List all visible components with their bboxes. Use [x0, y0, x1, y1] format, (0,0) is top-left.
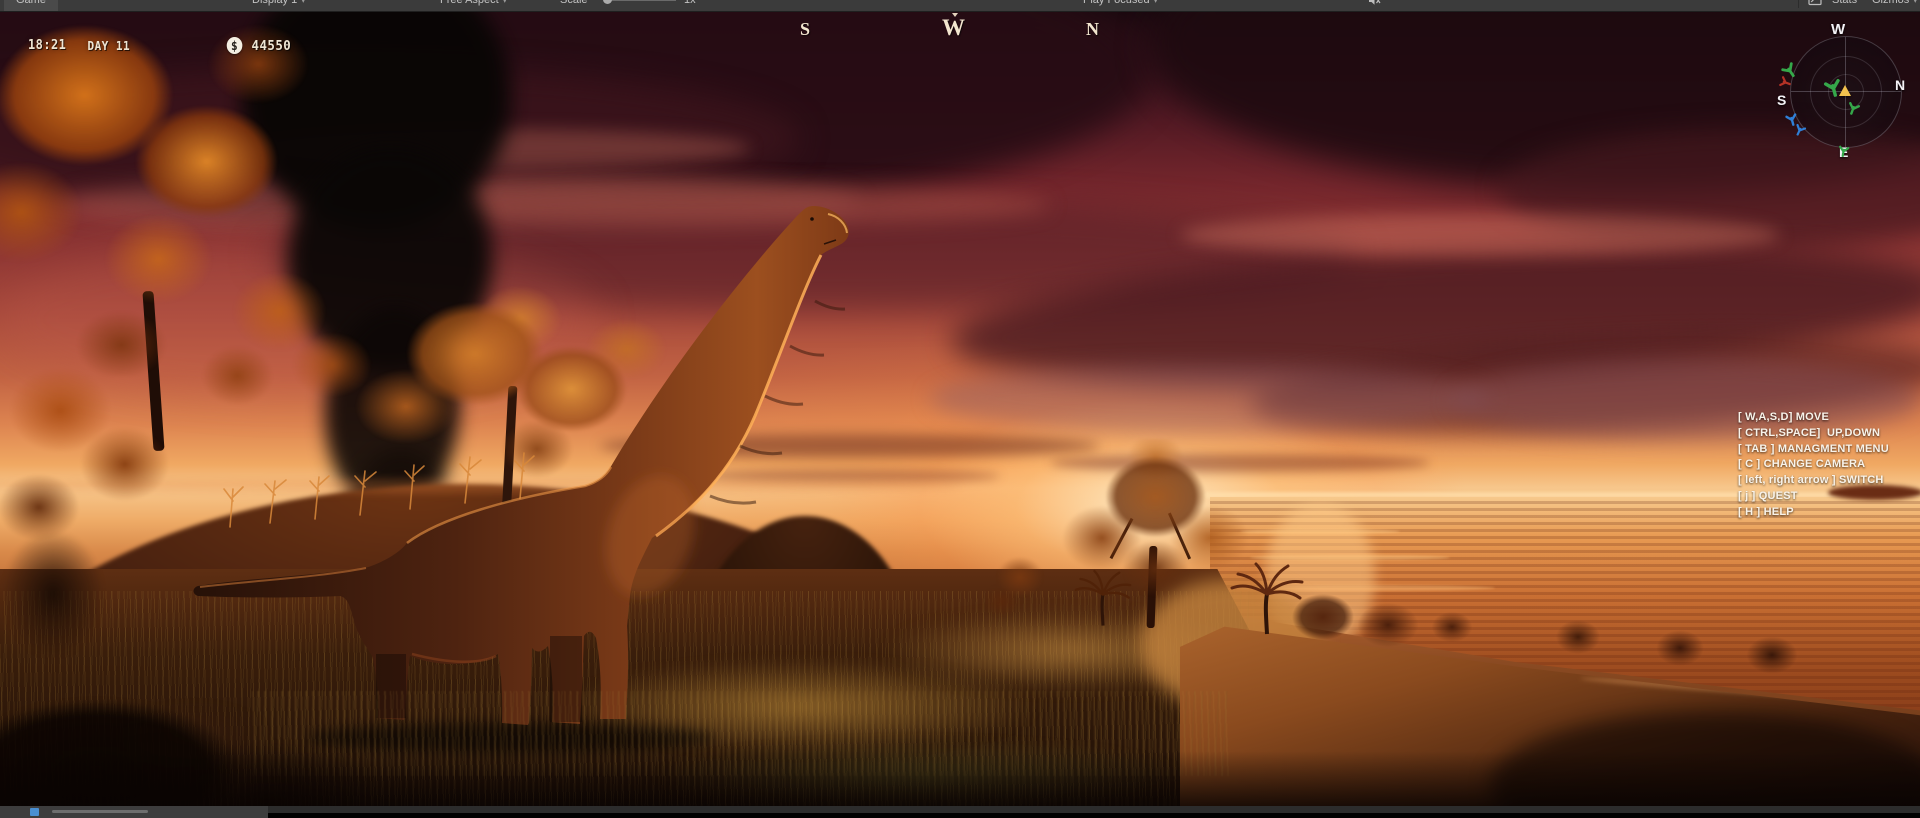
display-dropdown[interactable]: Display 1▾	[252, 0, 305, 11]
compass-letter-w: W	[942, 15, 965, 41]
chevron-down-icon: ▾	[1154, 0, 1158, 5]
brachiosaurus	[180, 206, 850, 766]
chevron-down-icon: ▾	[1913, 0, 1917, 5]
scale-label: Scale	[560, 0, 588, 11]
hint-change-camera: [ C ] CHANGE CAMERA	[1738, 457, 1889, 473]
console-icon	[1808, 0, 1822, 6]
aspect-ratio-dropdown[interactable]: Free Aspect▾	[440, 0, 507, 11]
minimap-blip-green-footprint-icon	[1823, 78, 1844, 99]
status-message-box[interactable]	[0, 806, 268, 818]
speaker-muted-icon	[1368, 0, 1381, 6]
compass-letter-s: S	[800, 19, 810, 40]
hint-switch: [ left, right arrow ] SWITCH	[1738, 473, 1889, 489]
bottom-shade	[0, 751, 1920, 806]
toolbar-inner: Game Display 1▾ Free Aspect▾ Scale 1x Pl…	[0, 0, 1920, 11]
gizmos-dropdown[interactable]: Gizmos▾	[1872, 0, 1917, 11]
slider-knob-icon[interactable]	[603, 0, 612, 4]
control-hints: [ W,A,S,D] MOVE [ CTRL,SPACE] UP,DOWN [ …	[1738, 410, 1889, 521]
day-counter: DAY 11	[87, 39, 130, 53]
stats-toggle[interactable]: Stats	[1832, 0, 1857, 11]
game-view-tab[interactable]: Game	[4, 0, 58, 11]
search-overlay-button[interactable]	[1808, 0, 1822, 11]
editor-status-bar	[0, 806, 1920, 813]
hint-move: [ W,A,S,D] MOVE	[1738, 410, 1889, 426]
palm-tree-2	[1068, 563, 1138, 629]
money-amount: 44550	[252, 38, 292, 54]
hint-quest: [ j ] QUEST	[1738, 489, 1889, 505]
dark-bush-left	[0, 509, 130, 679]
unity-game-toolbar: Game Display 1▾ Free Aspect▾ Scale 1x Pl…	[0, 0, 1920, 12]
toolbar-divider	[1798, 0, 1799, 8]
hud-status-bar: 18:21 DAY 11 $ 44550	[28, 37, 291, 54]
minimap-radar[interactable]: W N S E	[1775, 19, 1915, 165]
minimap-blip-layer	[1775, 19, 1915, 165]
scale-value: 1x	[684, 0, 696, 11]
chevron-down-icon: ▾	[503, 0, 507, 5]
minimap-blip-green-footprint-icon	[1837, 145, 1850, 158]
clock-time: 18:21	[28, 38, 66, 53]
minimap-blip-green-footprint-icon	[1845, 101, 1860, 116]
money-coin-icon: $	[227, 37, 243, 54]
unity-game-window: { "editor_toolbar": { "tab_game": "Game"…	[0, 0, 1920, 813]
play-focused-dropdown[interactable]: Play Focused▾	[1083, 0, 1158, 11]
chevron-down-icon: ▾	[301, 0, 305, 5]
tree-right-small	[975, 543, 1065, 628]
palm-tree	[1222, 556, 1312, 636]
game-viewport[interactable]: 18:21 DAY 11 $ 44550 265 S W N W N S E […	[0, 11, 1920, 806]
hint-updown: [ CTRL,SPACE] UP,DOWN	[1738, 426, 1889, 442]
compass-letter-n: N	[1086, 19, 1099, 40]
scale-slider[interactable]	[598, 0, 682, 11]
hint-help: [ H ] HELP	[1738, 505, 1889, 521]
hint-management-menu: [ TAB ] MANAGMENT MENU	[1738, 442, 1889, 458]
console-message-icon	[30, 808, 39, 816]
mute-audio-button[interactable]	[1368, 0, 1381, 11]
